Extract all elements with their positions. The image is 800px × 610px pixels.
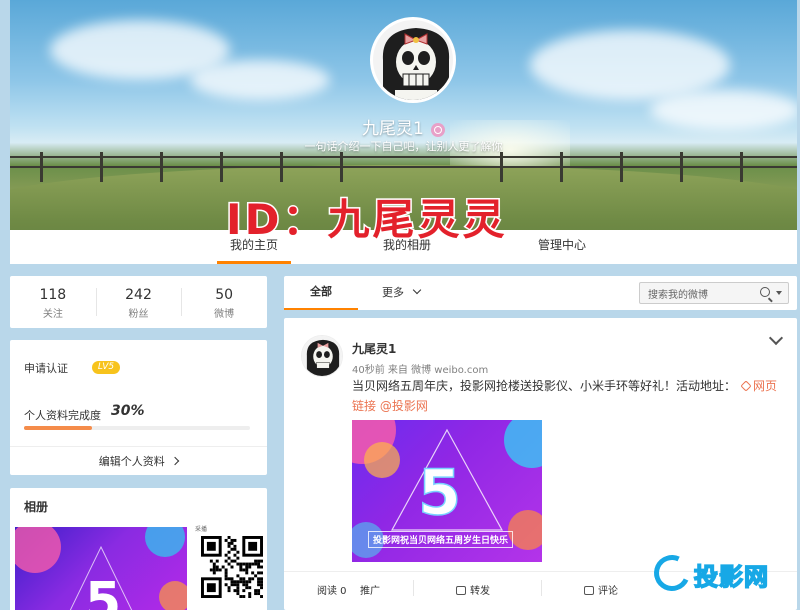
profile-avatar[interactable] — [370, 17, 456, 103]
stat-value: 242 — [125, 287, 152, 303]
post-author-avatar[interactable] — [301, 335, 343, 377]
promo-5-image-icon: 5 — [15, 527, 187, 610]
stat-label: 微博 — [214, 309, 235, 320]
comment-button[interactable]: 评论 — [584, 582, 618, 597]
stat-followers[interactable]: 242 粉丝 — [95, 276, 182, 328]
stat-posts[interactable]: 50 微博 — [181, 276, 267, 328]
comment-icon — [584, 586, 594, 595]
completion-label: 个人资料完成度 — [24, 409, 101, 422]
feed-filter-bar: 全部 更多 — [284, 276, 797, 310]
comment-label: 评论 — [598, 586, 618, 597]
completion-progress-fill — [24, 426, 92, 430]
post-body: 当贝网络五周年庆，投影网抢楼送投影仪、小米手环等好礼！活动地址： — [352, 379, 737, 393]
read-count: 阅读 0 — [317, 586, 347, 597]
brand-text: 投影网 — [693, 562, 769, 592]
completion-value: 30% — [111, 403, 145, 419]
search-user-icon[interactable] — [430, 122, 445, 137]
skull-avatar-icon — [302, 336, 342, 376]
post-image-caption: 投影网祝当贝网络五周岁生日快乐 — [368, 531, 514, 548]
stat-label: 粉丝 — [128, 309, 149, 320]
id-overlay-text: ID：九尾灵灵 — [225, 194, 508, 246]
search-icon[interactable] — [760, 287, 770, 297]
stats-card: 118 关注 242 粉丝 50 微博 — [10, 276, 267, 328]
profile-intro[interactable]: 一句话介绍一下自己吧，让别人更了解你 — [10, 138, 797, 154]
post-menu-chevron-icon[interactable] — [768, 330, 784, 346]
album-card: 相册 5 采播 — [10, 488, 267, 610]
search-dropdown-icon[interactable] — [776, 291, 782, 295]
post-image[interactable]: 5 投影网祝当贝网络五周岁生日快乐 — [352, 420, 542, 562]
album-title: 相册 — [24, 500, 49, 514]
post-author-name[interactable]: 九尾灵1 — [352, 340, 396, 357]
cover-cloud — [190, 60, 330, 100]
tab-management-center[interactable]: 管理中心 — [525, 230, 599, 264]
svg-text:5: 5 — [85, 572, 121, 610]
edit-profile-link[interactable]: 编辑个人资料 — [10, 453, 267, 469]
post-mention-link[interactable]: @投影网 — [380, 399, 428, 413]
post-text: 当贝网络五周年庆，投影网抢楼送投影仪、小米手环等好礼！活动地址： 网页链接 @投影… — [352, 376, 782, 416]
chevron-right-icon — [171, 456, 180, 466]
filter-more-dropdown[interactable]: 更多 — [382, 276, 421, 310]
cover-fence — [10, 152, 797, 182]
svg-text:5: 5 — [418, 456, 461, 529]
cover-cloud — [530, 30, 730, 100]
stat-following[interactable]: 118 关注 — [10, 276, 96, 328]
edit-profile-label: 编辑个人资料 — [98, 455, 165, 468]
search-input[interactable] — [648, 285, 766, 306]
verify-card: 申请认证 LV5 个人资料完成度 30% 编辑个人资料 — [10, 340, 267, 475]
link-icon — [740, 380, 752, 392]
filter-more-label: 更多 — [382, 286, 404, 299]
post-meta: 40秒前 来自 微博 weibo.com — [352, 365, 489, 376]
divider — [10, 446, 267, 447]
stat-value: 118 — [39, 287, 67, 303]
level-badge[interactable]: LV5 — [92, 361, 120, 374]
album-thumbnail[interactable]: 5 — [15, 527, 187, 610]
repost-icon — [456, 586, 466, 595]
qr-code-icon — [201, 536, 263, 598]
repost-label: 转发 — [470, 586, 490, 597]
stat-value: 50 — [215, 287, 234, 303]
repost-button[interactable]: 转发 — [456, 582, 490, 597]
skull-avatar-icon — [373, 20, 453, 100]
filter-all-tab[interactable]: 全部 — [284, 276, 358, 310]
completion-progress-bar — [24, 426, 250, 430]
qr-caption: 采播 — [195, 526, 208, 533]
search-my-weibo — [639, 282, 789, 306]
apply-verify-link[interactable]: 申请认证 — [24, 360, 68, 376]
chevron-down-icon — [412, 285, 421, 295]
stat-label: 关注 — [42, 309, 63, 320]
promote-button[interactable]: 推广 — [360, 582, 380, 597]
qr-code-block: 采播 — [195, 524, 263, 598]
profile-name: 九尾灵1 — [362, 119, 424, 139]
